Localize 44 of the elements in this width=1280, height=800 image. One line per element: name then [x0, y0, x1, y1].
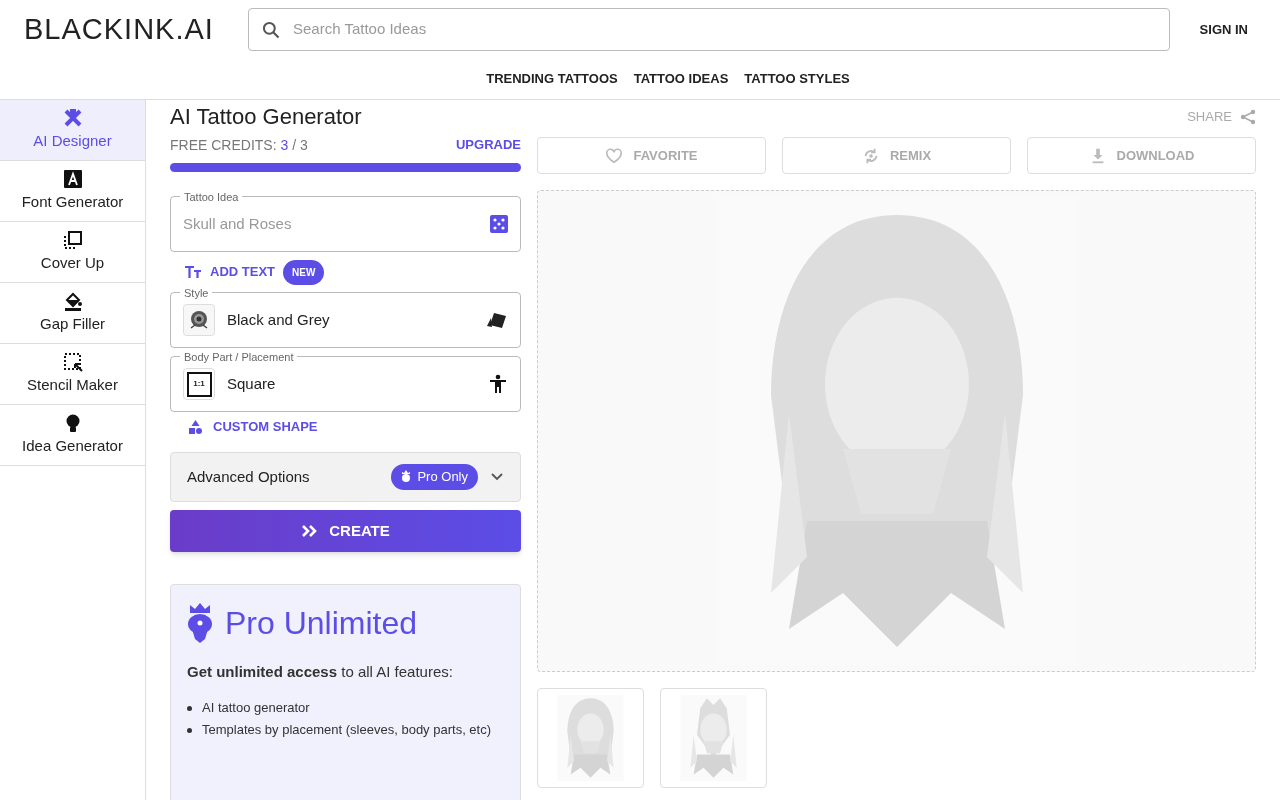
heart-icon	[605, 146, 624, 165]
thumbnail-card[interactable]	[660, 688, 767, 788]
pro-only-badge: Pro Only	[391, 464, 478, 490]
selection-icon	[62, 351, 83, 372]
feature-text: AI tattoo generator	[202, 698, 310, 717]
thumbnail-card[interactable]	[537, 688, 644, 788]
pro-intro: Get unlimited access to all AI features:	[187, 662, 454, 682]
feature-text: Templates by placement (sleeves, body parts, etc)	[202, 720, 492, 739]
double-chevron-icon	[301, 524, 318, 538]
custom-shape-button[interactable]: CUSTOM SHAPE	[188, 417, 318, 437]
bullet-icon	[187, 727, 192, 733]
credits-label: FREE CREDITS: 3 / 3	[170, 135, 308, 155]
search-field[interactable]: Search Tattoo Ideas	[248, 8, 1170, 52]
page-title: AI Tattoo Generator	[170, 103, 362, 131]
dice-icon[interactable]	[490, 215, 508, 233]
tattoo-idea-input[interactable]: Skull and Roses	[183, 212, 490, 236]
bullet-icon	[187, 705, 192, 711]
shapes-icon	[188, 419, 203, 435]
search-icon	[261, 19, 281, 40]
add-text-button[interactable]: ADD TEXT	[184, 262, 275, 282]
placement-value: Square	[227, 373, 277, 394]
new-badge: NEW	[283, 259, 325, 285]
sidebar-item[interactable]: AI Designer	[0, 100, 145, 161]
share-icon	[1240, 108, 1256, 125]
advanced-options-toggle[interactable]: Advanced Options Pro Only	[170, 452, 521, 502]
ratio-thumbnail: 1:1	[186, 371, 212, 397]
create-button[interactable]: CREATE	[170, 510, 521, 552]
person-icon	[488, 374, 508, 394]
nav-link[interactable]: TATTOO IDEAS	[633, 69, 729, 89]
crowned-skull-icon	[187, 603, 213, 643]
letter-icon	[62, 168, 83, 189]
logo[interactable]: BLACKINK.AI	[24, 7, 222, 52]
layers-icon	[62, 229, 83, 250]
skull-icon	[401, 470, 412, 484]
paint-bucket-icon	[62, 290, 83, 311]
sign-in-link[interactable]: SIGN IN	[1195, 19, 1248, 40]
swatches-icon	[486, 311, 508, 329]
text-size-icon	[184, 265, 202, 279]
search-input[interactable]: Search Tattoo Ideas	[293, 18, 1157, 41]
nav-link[interactable]: TATTOO STYLES	[744, 69, 850, 89]
style-value: Black and Grey	[227, 309, 331, 330]
nav-link[interactable]: TRENDING TATTOOS	[486, 69, 618, 89]
pro-title: Pro Unlimited	[225, 604, 418, 643]
upgrade-link[interactable]: UPGRADE	[456, 135, 521, 155]
